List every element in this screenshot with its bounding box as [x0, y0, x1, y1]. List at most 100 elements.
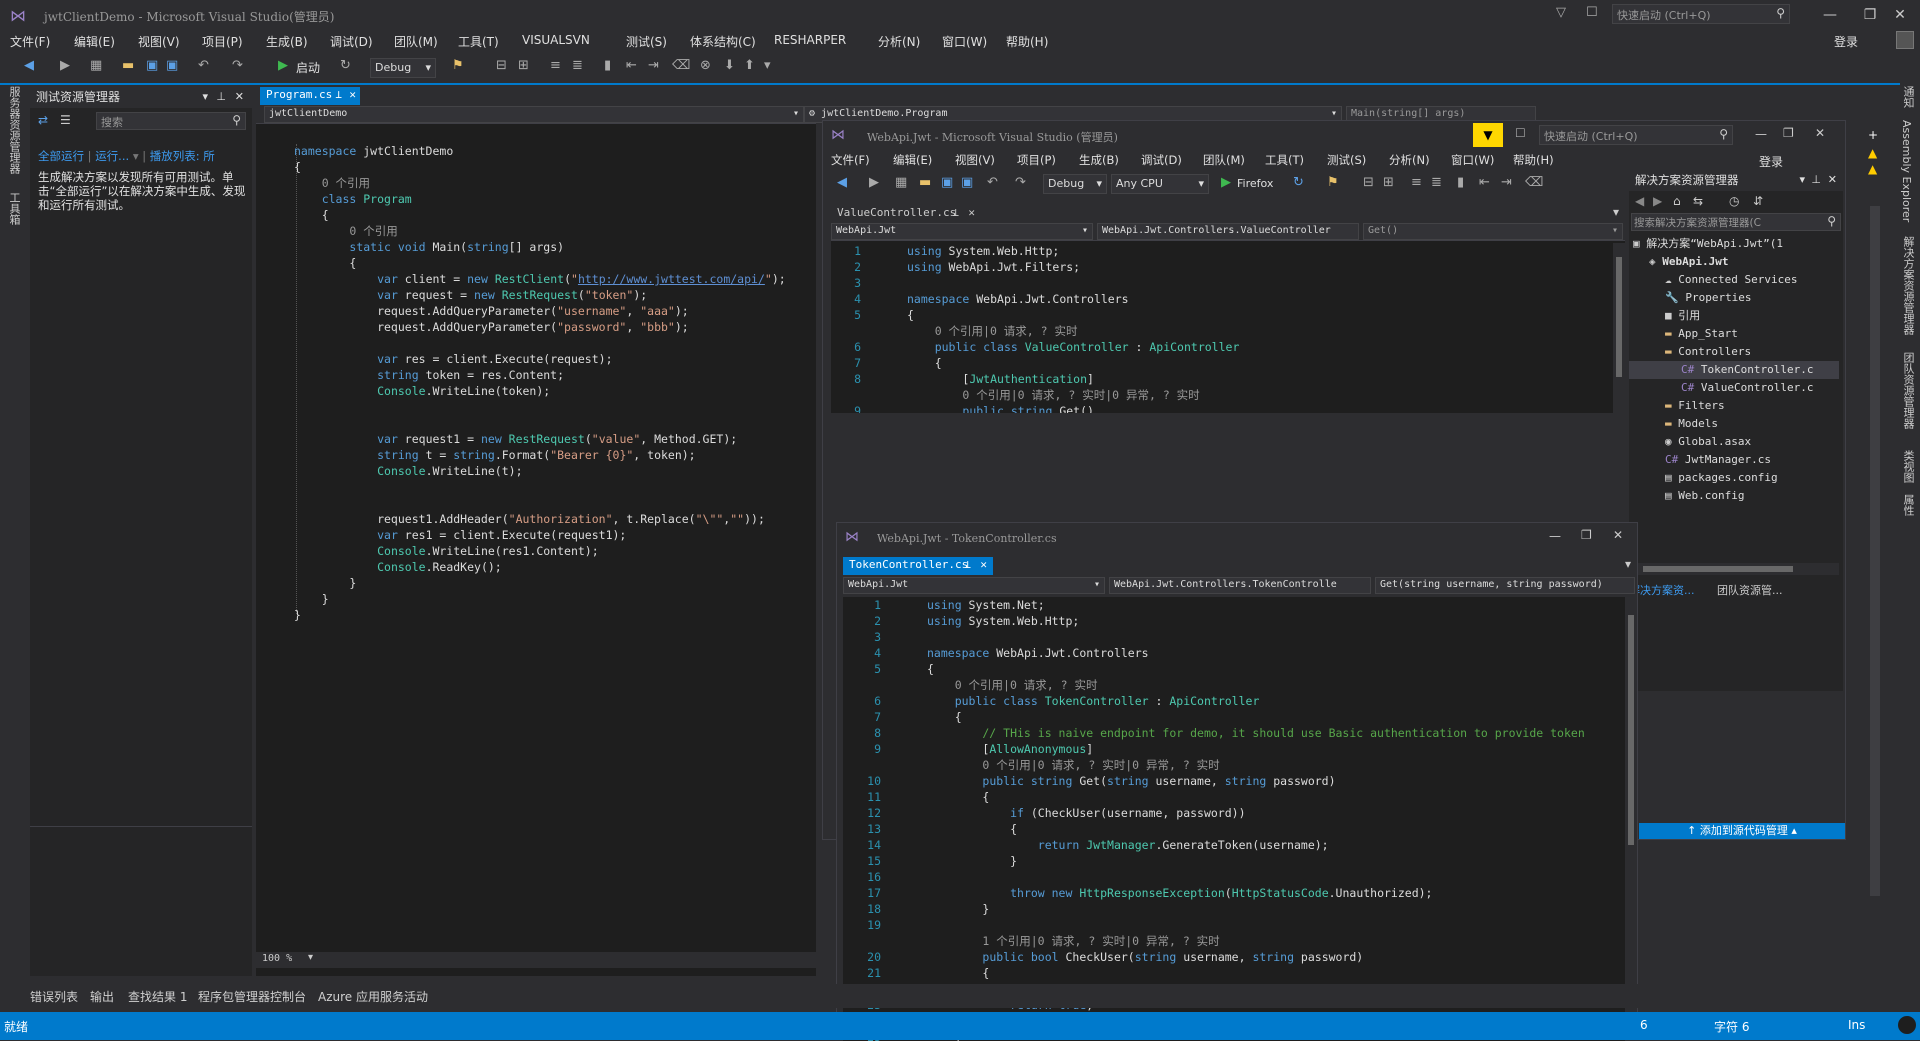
webapi-config-select[interactable]: Debug ▾: [1043, 174, 1107, 194]
tree-item[interactable]: C# JwtManager.cs: [1629, 451, 1839, 469]
solution-hscroll[interactable]: [1629, 563, 1839, 575]
value-class-select[interactable]: WebApi.Jwt.Controllers.ValueController: [1097, 223, 1359, 240]
back-icon[interactable]: ◀: [837, 175, 847, 190]
undo-icon[interactable]: ↶: [198, 58, 209, 73]
hierarchy-icon[interactable]: ⊟: [496, 58, 507, 73]
token-member-select[interactable]: Get(string username, string password): [1375, 577, 1635, 594]
scroll-thumb[interactable]: [1628, 615, 1634, 845]
list-icon[interactable]: ☰: [60, 113, 71, 127]
step-up-icon[interactable]: ⬆: [744, 58, 755, 73]
menu-item[interactable]: RESHARPER: [774, 33, 846, 47]
maximize-button[interactable]: ❐: [1783, 126, 1794, 140]
open-folder-icon[interactable]: ▬: [122, 58, 134, 73]
value-member-select[interactable]: Get() ▾: [1363, 223, 1623, 240]
menu-item[interactable]: 编辑(E): [74, 33, 115, 50]
redo-icon[interactable]: ↷: [232, 58, 243, 73]
outdent-icon[interactable]: ≣: [1431, 175, 1442, 190]
minimize-button[interactable]: —: [1755, 127, 1767, 141]
pin-icon[interactable]: ⊥: [964, 557, 971, 573]
properties-tab[interactable]: 属性: [1900, 494, 1916, 516]
back-icon[interactable]: ◀: [1635, 194, 1644, 208]
chevron-down-icon[interactable]: ▾: [308, 952, 313, 963]
platform-select[interactable]: Any CPU ▾: [1111, 174, 1209, 194]
redo-icon[interactable]: ↷: [1015, 175, 1026, 190]
pin-icon[interactable]: ⊥: [1811, 169, 1821, 191]
close-icon[interactable]: ✕: [235, 86, 244, 108]
pin-icon[interactable]: ⊥: [216, 86, 226, 108]
layout-icon[interactable]: ⊞: [518, 58, 529, 73]
webapi-quick-launch[interactable]: 快速启动 (Ctrl+Q) ⚲: [1539, 125, 1733, 145]
token-code-area[interactable]: 1 using System.Net; 2 using System.Web.Http…: [843, 597, 1625, 1041]
project-select[interactable]: jwtClientDemo ▾: [264, 106, 804, 123]
menu-item[interactable]: 调试(D): [330, 33, 373, 50]
dropdown-icon[interactable]: ▾: [1799, 169, 1805, 191]
find-icon[interactable]: ⚑: [452, 58, 464, 73]
indent-icon[interactable]: ≡: [550, 58, 561, 73]
solution-explorer-tab[interactable]: 解决方案资源管理器: [1900, 236, 1916, 335]
home-icon[interactable]: ⌂: [1673, 194, 1681, 208]
tree-item[interactable]: ▬ Controllers: [1629, 343, 1839, 361]
menu-item[interactable]: 生成(B): [266, 33, 308, 50]
avatar[interactable]: [1896, 31, 1914, 49]
menu-item[interactable]: 项目(P): [1017, 152, 1056, 168]
new-project-icon[interactable]: ▦: [895, 175, 907, 190]
add-source-control-button[interactable]: ↑ 添加到源代码管理 ▴: [1639, 823, 1845, 839]
tree-item[interactable]: ▬ Filters: [1629, 397, 1839, 415]
undo-icon[interactable]: ↶: [987, 175, 998, 190]
tab-azure-activity[interactable]: Azure 应用服务活动: [318, 988, 428, 1005]
menu-item[interactable]: 窗口(W): [942, 33, 987, 50]
bookmark-clear-icon[interactable]: ⌫: [672, 58, 690, 73]
program-code[interactable]: namespace jwtClientDemo { 0 个引用 class Pro…: [294, 143, 804, 622]
refresh-icon[interactable]: ↻: [340, 58, 351, 73]
refresh-icon[interactable]: ⇵: [1753, 194, 1763, 208]
bookmark-icon[interactable]: ▮: [1457, 175, 1464, 190]
playlist-link[interactable]: 播放列表: 所: [150, 149, 215, 163]
scroll-thumb[interactable]: [1643, 566, 1793, 572]
assembly-explorer-tab[interactable]: Assembly Explorer: [1900, 120, 1913, 222]
feedback-icon[interactable]: ☐: [1586, 5, 1598, 20]
tree-item[interactable]: ☁ Connected Services: [1629, 271, 1839, 289]
tree-item[interactable]: ■ 引用: [1629, 307, 1839, 325]
tab-solution-explorer[interactable]: 解决方案资...: [1629, 582, 1695, 598]
tree-item[interactable]: ◉ Global.asax: [1629, 433, 1839, 451]
menu-item[interactable]: 文件(F): [831, 152, 870, 168]
layout-icon[interactable]: ⊞: [1383, 175, 1394, 190]
menu-item[interactable]: 视图(V): [138, 33, 180, 50]
token-vscroll[interactable]: [1625, 597, 1637, 1041]
menu-item[interactable]: 帮助(H): [1006, 33, 1048, 50]
tab-find-results[interactable]: 查找结果 1: [128, 988, 187, 1005]
outdent-icon[interactable]: ≣: [572, 58, 583, 73]
tab-output[interactable]: 输出: [90, 988, 114, 1005]
webapi-login-link[interactable]: 登录: [1759, 153, 1783, 170]
scroll-thumb[interactable]: [1616, 257, 1622, 377]
sync-icon[interactable]: ⇆: [1693, 194, 1703, 208]
tree-item[interactable]: 🔧 Properties: [1629, 289, 1839, 307]
save-icon[interactable]: ▣: [146, 58, 158, 73]
step-down-icon[interactable]: ⬇: [724, 58, 735, 73]
back-icon[interactable]: ◀: [24, 58, 34, 73]
tree-item[interactable]: ▬ Models: [1629, 415, 1839, 433]
zoom-level[interactable]: 100 %: [262, 953, 292, 964]
browser-select[interactable]: Firefox: [1237, 177, 1273, 190]
tree-item[interactable]: C# TokenController.c: [1629, 361, 1839, 379]
menu-item[interactable]: 工具(T): [1265, 152, 1304, 168]
find-icon[interactable]: ⚑: [1327, 175, 1339, 190]
hierarchy-icon[interactable]: ⊟: [1363, 175, 1374, 190]
login-link[interactable]: 登录: [1834, 33, 1858, 50]
close-button[interactable]: ✕: [1613, 528, 1623, 542]
value-vscroll[interactable]: [1613, 243, 1625, 413]
tab-team-explorer[interactable]: 团队资源管...: [1717, 582, 1783, 598]
close-icon[interactable]: ✕: [1828, 169, 1837, 191]
tab-token-controller[interactable]: TokenController.cs ⊥ ✕: [843, 557, 993, 575]
close-icon[interactable]: ✕: [968, 205, 975, 221]
feedback-icon[interactable]: ☐: [1515, 126, 1526, 140]
bookmark-clear-icon[interactable]: ⌫: [1525, 175, 1543, 190]
maximize-button[interactable]: ❐: [1581, 528, 1592, 542]
menu-item[interactable]: 测试(S): [1327, 152, 1366, 168]
notification-icon[interactable]: [1898, 1016, 1916, 1034]
tree-item[interactable]: ▬ App_Start: [1629, 325, 1839, 343]
test-search-input[interactable]: 搜索 ⚲: [96, 112, 246, 130]
tab-package-manager[interactable]: 程序包管理器控制台: [198, 988, 306, 1005]
menu-item[interactable]: VISUALSVN: [522, 33, 590, 47]
notifications-tab[interactable]: 通知: [1900, 86, 1916, 108]
